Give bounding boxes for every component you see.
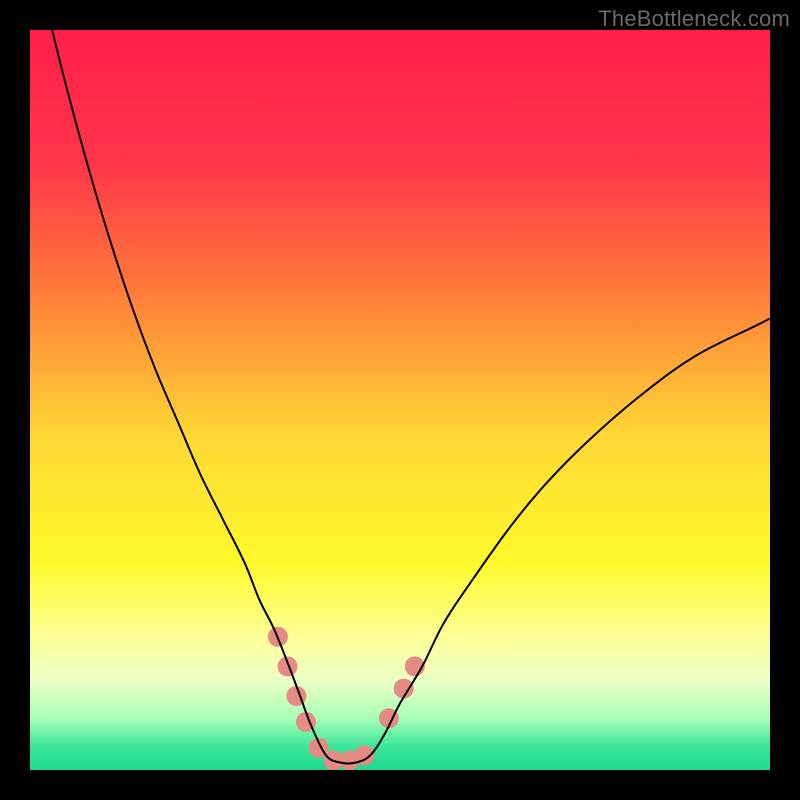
highlight-dots — [268, 627, 425, 770]
chart-frame: TheBottleneck.com — [0, 0, 800, 800]
highlight-dot — [278, 656, 298, 676]
watermark-text: TheBottleneck.com — [598, 6, 790, 32]
curve-layer — [30, 30, 770, 770]
plot-area — [30, 30, 770, 770]
bottleneck-curve — [52, 30, 770, 764]
